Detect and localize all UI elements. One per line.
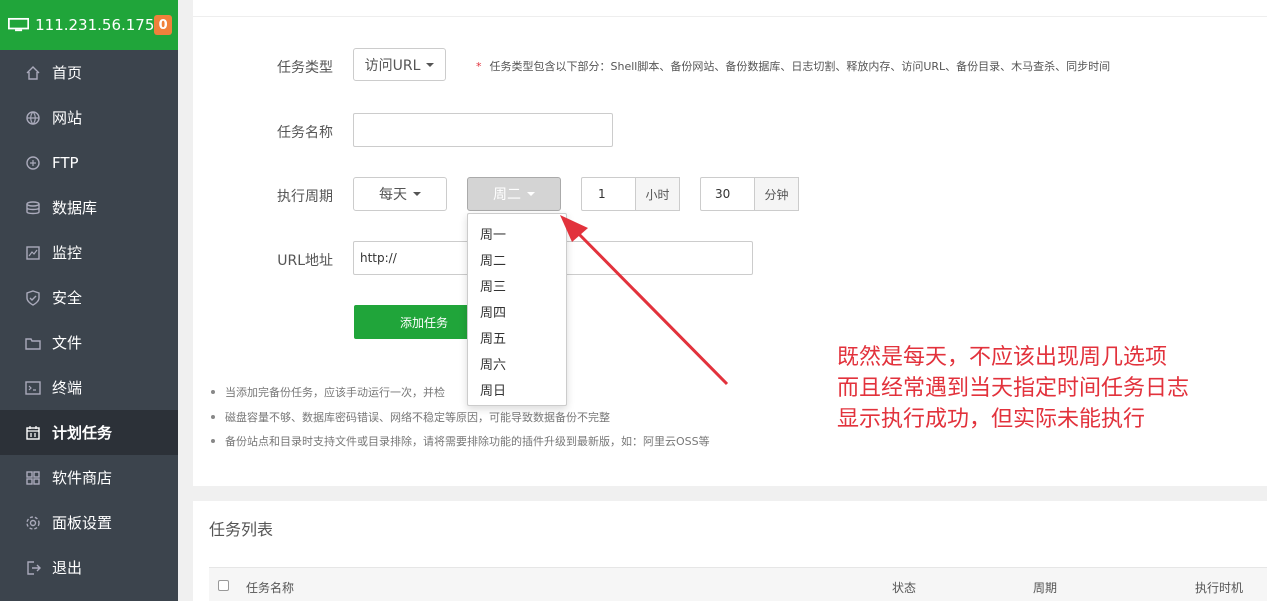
sidebar-item-label: 监控 (52, 244, 83, 262)
sidebar-item-label: 数据库 (52, 199, 98, 217)
logout-icon (24, 559, 41, 576)
sidebar: 111.231.56.175 0 首页网站 FTP 数据库监控安全文件终端计划任务软… (0, 0, 178, 601)
tip-item: 当添加完备份任务，应该手动运行一次，并检 (211, 380, 710, 405)
calendar-icon (24, 424, 41, 441)
weekday-select[interactable]: 周二 (467, 177, 561, 211)
task-list-panel: 任务列表 任务名称 状态 周期 执行时机 (193, 501, 1267, 601)
annotation-line: 而且经常遇到当天指定时间任务日志 (837, 376, 1190, 401)
task-list-title: 任务列表 (209, 520, 274, 539)
task-name-input[interactable] (353, 113, 613, 147)
minute-input[interactable]: 30 (700, 177, 756, 211)
url-label: URL地址 (277, 253, 333, 269)
sidebar-item-9[interactable]: 软件商店 (0, 455, 178, 500)
monitor-icon (8, 17, 30, 32)
weekday-value: 周二 (493, 187, 521, 203)
period-select[interactable]: 每天 (353, 177, 447, 211)
server-ip: 111.231.56.175 (35, 16, 155, 34)
task-type-hint: * 任务类型包含以下部分：Shell脚本、备份网站、备份数据库、日志切割、释放内存… (476, 58, 1110, 74)
sidebar-item-5[interactable]: 安全 (0, 275, 178, 320)
sidebar-item-7[interactable]: 终端 (0, 365, 178, 410)
ftp-icon (24, 154, 41, 171)
sidebar-item-1[interactable]: 网站 (0, 95, 178, 140)
minute-unit: 分钟 (754, 177, 799, 211)
sidebar-item-0[interactable]: 首页 (0, 50, 178, 95)
sidebar-menu: 首页网站 FTP 数据库监控安全文件终端计划任务软件商店面板设置退出 (0, 50, 178, 590)
hour-input[interactable]: 1 (581, 177, 637, 211)
sidebar-item-label: 安全 (52, 289, 83, 307)
annotation-text: 既然是每天，不应该出现周几选项 而且经常遇到当天指定时间任务日志 显示执行成功，但实… (837, 342, 1189, 435)
sidebar-item-label: FTP (52, 153, 79, 172)
terminal-icon (24, 379, 41, 396)
weekday-option[interactable]: 周五 (468, 324, 566, 350)
weekday-option[interactable]: 周六 (468, 350, 566, 376)
database-icon (24, 199, 41, 216)
tips-list: 当添加完备份任务，应该手动运行一次，并检 磁盘容量不够、数据库密码错误、网络不稳定… (211, 380, 710, 454)
sidebar-item-label: 终端 (52, 379, 83, 397)
task-list-header: 任务名称 状态 周期 执行时机 (209, 567, 1267, 601)
weekday-option[interactable]: 周三 (468, 272, 566, 298)
column-period: 周期 (1033, 581, 1058, 595)
task-type-label: 任务类型 (277, 60, 333, 76)
task-type-select[interactable]: 访问URL (353, 48, 446, 81)
column-task-name: 任务名称 (246, 581, 295, 595)
panel-divider (193, 16, 1267, 17)
sidebar-item-label: 计划任务 (52, 424, 113, 442)
task-type-value: 访问URL (364, 57, 421, 74)
sidebar-item-2[interactable]: FTP (0, 140, 178, 185)
task-name-label: 任务名称 (277, 125, 333, 141)
sidebar-item-label: 面板设置 (52, 514, 113, 532)
sidebar-item-label: 退出 (52, 559, 83, 577)
weekday-option[interactable]: 周二 (468, 246, 566, 272)
sidebar-item-label: 文件 (52, 334, 83, 352)
gear-icon (24, 514, 41, 531)
column-status: 状态 (892, 581, 917, 595)
select-all-checkbox[interactable] (218, 580, 229, 591)
hour-unit: 小时 (635, 177, 680, 211)
caret-down-icon (413, 192, 421, 196)
tip-item: 备份站点和目录时支持文件或目录排除，请将需要排除功能的插件升级到最新版，如：阿里… (211, 429, 710, 454)
period-value: 每天 (379, 187, 407, 203)
server-header[interactable]: 111.231.56.175 0 (0, 0, 178, 50)
sidebar-item-label: 网站 (52, 109, 83, 127)
required-star: * (476, 60, 482, 73)
tip-item: 磁盘容量不够、数据库密码错误、网络不稳定等原因，可能导致数据备份不完整 (211, 405, 710, 430)
weekday-option[interactable]: 周一 (468, 220, 566, 246)
sidebar-item-label: 首页 (52, 64, 83, 82)
monitor-chart-icon (24, 244, 41, 261)
shield-icon (24, 289, 41, 306)
weekday-option[interactable]: 周日 (468, 376, 566, 402)
sidebar-item-8[interactable]: 计划任务 (0, 410, 178, 455)
annotation-line: 显示执行成功，但实际未能执行 (837, 407, 1146, 432)
sidebar-item-11[interactable]: 退出 (0, 545, 178, 590)
sidebar-item-10[interactable]: 面板设置 (0, 500, 178, 545)
sidebar-item-6[interactable]: 文件 (0, 320, 178, 365)
weekday-option[interactable]: 周四 (468, 298, 566, 324)
weekday-dropdown: 周一 周二 周三 周四 周五 周六 周日 (467, 213, 567, 406)
caret-down-icon (426, 62, 435, 67)
annotation-line: 既然是每天，不应该出现周几选项 (837, 345, 1168, 370)
sidebar-item-3[interactable]: 数据库 (0, 185, 178, 230)
sidebar-item-label: 软件商店 (52, 469, 113, 487)
period-label: 执行周期 (277, 189, 333, 205)
globe-icon (24, 109, 41, 126)
apps-grid-icon (24, 469, 41, 486)
folder-icon (24, 334, 41, 351)
caret-down-icon (527, 192, 535, 196)
sidebar-item-4[interactable]: 监控 (0, 230, 178, 275)
task-type-hint-text: 任务类型包含以下部分：Shell脚本、备份网站、备份数据库、日志切割、释放内存、… (489, 60, 1111, 73)
home-icon (24, 64, 41, 81)
notification-badge[interactable]: 0 (154, 15, 172, 35)
column-exec-time: 执行时机 (1195, 581, 1244, 595)
